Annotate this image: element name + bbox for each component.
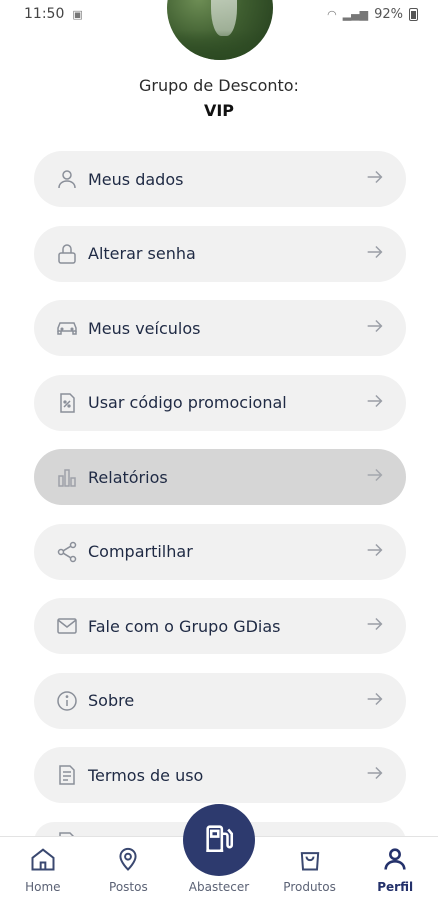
- menu-item-sobre[interactable]: Sobre: [34, 672, 406, 729]
- arrow-right-icon: [364, 762, 386, 788]
- menu-item-meus-veiculos[interactable]: Meus veículos: [34, 300, 406, 356]
- menu-item-label: Fale com o Grupo GDias: [88, 616, 281, 636]
- wifi-icon: ◠: [327, 7, 337, 21]
- car-icon: [54, 315, 80, 341]
- arrow-right-icon: [364, 539, 386, 565]
- shopping-bag-icon: [296, 845, 324, 877]
- arrow-right-icon: [364, 166, 386, 192]
- menu-item-label: Sobre: [88, 691, 135, 710]
- bar-chart-icon: [54, 464, 80, 490]
- menu-item-codigo-promocional[interactable]: Usar código promocional: [34, 374, 406, 431]
- menu-item-label: Alterar senha: [88, 244, 196, 263]
- menu-item-label: Relatórios: [88, 467, 168, 487]
- menu-item-label: Termos de uso: [88, 765, 204, 785]
- menu-item-alterar-senha[interactable]: Alterar senha: [34, 225, 406, 282]
- info-icon: [54, 688, 80, 714]
- fuel-pump-icon: [202, 821, 236, 859]
- profile-menu: Meus dados Alterar senha Meus veículos U…: [34, 151, 406, 862]
- menu-item-label: Compartilhar: [88, 542, 193, 561]
- gallery-icon: ▣: [72, 7, 83, 21]
- menu-item-label: Meus dados: [88, 169, 184, 189]
- discount-group-label: Grupo de Desconto:: [139, 76, 299, 95]
- signal-icon: ▂▄▆: [342, 7, 369, 21]
- nav-label: Abastecer: [188, 880, 250, 894]
- arrow-right-icon: [364, 688, 386, 714]
- document-icon: [54, 762, 80, 788]
- arrow-right-icon: [364, 315, 386, 341]
- user-icon: [381, 845, 409, 877]
- discount-group-value: VIP: [203, 101, 235, 120]
- nav-postos[interactable]: Postos: [88, 845, 168, 894]
- nav-label: Home: [25, 880, 61, 894]
- nav-perfil[interactable]: Perfil: [355, 845, 435, 894]
- nav-produtos[interactable]: Produtos: [270, 845, 350, 894]
- nav-label: Perfil: [377, 880, 414, 894]
- abastecer-fab[interactable]: [183, 804, 255, 876]
- status-time: 11:50: [24, 6, 65, 22]
- battery-icon: [409, 7, 418, 21]
- lock-icon: [54, 241, 80, 267]
- user-icon: [54, 166, 80, 192]
- share-icon: [54, 539, 80, 565]
- menu-item-termos-de-uso[interactable]: Termos de uso: [34, 747, 406, 803]
- arrow-right-icon: [364, 390, 386, 416]
- menu-item-relatorios[interactable]: Relatórios: [34, 449, 406, 505]
- nav-home[interactable]: Home: [3, 845, 83, 894]
- status-bar: 11:50 ▣ ◠ ▂▄▆ 92%: [0, 0, 438, 28]
- mail-icon: [54, 613, 80, 639]
- menu-item-compartilhar[interactable]: Compartilhar: [34, 523, 406, 580]
- arrow-right-icon: [364, 464, 386, 490]
- nav-label: Produtos: [283, 880, 336, 894]
- menu-item-label: Usar código promocional: [88, 393, 287, 412]
- battery-percent: 92%: [374, 6, 403, 22]
- menu-item-label: Meus veículos: [88, 318, 201, 338]
- menu-item-fale-conosco[interactable]: Fale com o Grupo GDias: [34, 598, 406, 654]
- nav-label: Postos: [109, 880, 148, 894]
- map-pin-icon: [114, 845, 142, 877]
- menu-item-meus-dados[interactable]: Meus dados: [34, 151, 406, 207]
- arrow-right-icon: [364, 241, 386, 267]
- home-icon: [29, 845, 57, 877]
- percent-tag-icon: [54, 390, 80, 416]
- arrow-right-icon: [364, 613, 386, 639]
